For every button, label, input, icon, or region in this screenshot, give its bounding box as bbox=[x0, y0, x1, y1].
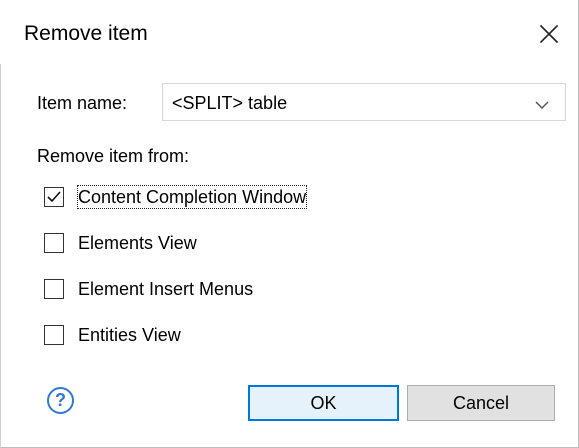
elements-view-label: Elements View bbox=[78, 233, 197, 253]
option-element-insert-menus[interactable]: Element Insert Menus bbox=[44, 275, 374, 303]
option-content-completion-window[interactable]: Content Completion Window bbox=[44, 183, 374, 211]
elements-view-checkbox[interactable] bbox=[44, 233, 64, 253]
entities-view-checkbox[interactable] bbox=[44, 325, 64, 345]
remove-item-from-label: Remove item from: bbox=[37, 146, 190, 166]
chevron-down-icon bbox=[535, 101, 549, 110]
item-name-label: Item name: bbox=[37, 92, 127, 114]
item-name-label-text: Item name: bbox=[37, 93, 128, 113]
option-entities-view[interactable]: Entities View bbox=[44, 321, 374, 349]
content-completion-checkbox[interactable] bbox=[44, 187, 64, 207]
dialog-titlebar: Remove item bbox=[0, 0, 578, 64]
checkmark-icon bbox=[47, 191, 61, 203]
cancel-button[interactable]: Cancel bbox=[407, 385, 555, 421]
content-completion-label: Content Completion Window bbox=[76, 185, 308, 209]
ok-button[interactable]: OK bbox=[248, 385, 399, 421]
dialog-left-border bbox=[0, 0, 1, 448]
item-name-value: <SPLIT> table bbox=[172, 93, 288, 113]
item-name-combobox[interactable]: <SPLIT> table bbox=[162, 83, 566, 121]
help-icon: ? bbox=[55, 390, 66, 410]
entities-view-label: Entities View bbox=[78, 325, 181, 345]
close-icon bbox=[539, 24, 559, 44]
help-button[interactable]: ? bbox=[47, 387, 74, 414]
combo-dropdown-arrow[interactable] bbox=[531, 95, 553, 113]
element-insert-menus-checkbox[interactable] bbox=[44, 279, 64, 299]
close-button[interactable] bbox=[532, 17, 566, 51]
dialog-title: Remove item bbox=[24, 22, 148, 45]
element-insert-menus-label: Element Insert Menus bbox=[78, 279, 254, 299]
option-elements-view[interactable]: Elements View bbox=[44, 229, 374, 257]
remove-item-dialog: Remove item Item name: <SPLIT> table Rem… bbox=[0, 0, 579, 448]
